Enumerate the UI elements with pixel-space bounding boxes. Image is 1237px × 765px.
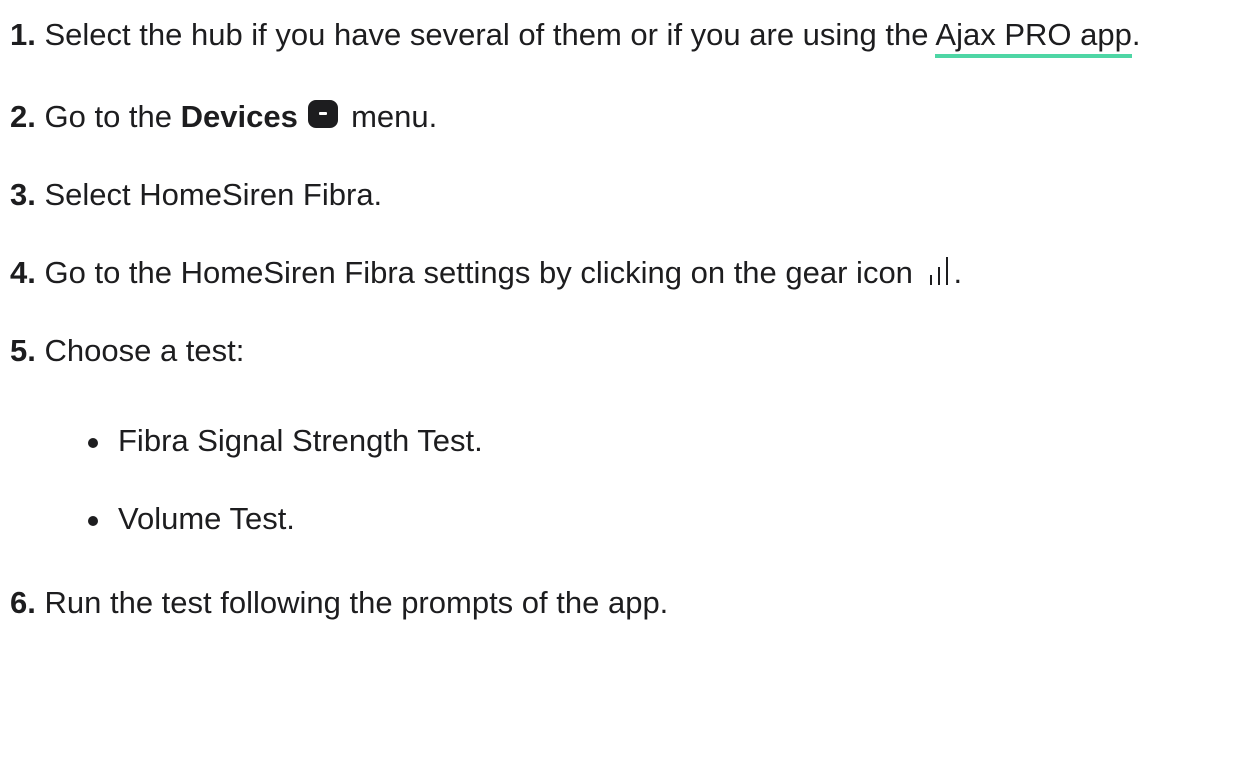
step-text: Choose a test:: [44, 333, 245, 368]
step-number: 3.: [10, 177, 36, 212]
step-text: Go to the: [44, 99, 181, 134]
step-text: Run the test following the prompts of th…: [44, 585, 669, 620]
test-options-list: Fibra Signal Strength Test. Volume Test.: [10, 414, 1230, 546]
instructions: 1. Select the hub if you have several of…: [10, 8, 1230, 630]
step-text: Go to the HomeSiren Fibra settings by cl…: [44, 255, 922, 290]
step-6: 6. Run the test following the prompts of…: [10, 576, 1230, 630]
step-4: 4. Go to the HomeSiren Fibra settings by…: [10, 246, 1230, 300]
step-text-end: .: [953, 255, 963, 290]
step-number: 1.: [10, 17, 36, 52]
step-text: Select the hub if you have several of th…: [44, 17, 936, 52]
devices-icon: [308, 100, 339, 128]
step-text-end: menu.: [342, 99, 438, 134]
step-number: 5.: [10, 333, 36, 368]
step-5: 5. Choose a test: Fibra Signal Strength …: [10, 324, 1230, 546]
devices-label: Devices: [180, 99, 298, 134]
step-text: Select HomeSiren Fibra.: [44, 177, 383, 212]
list-item: Volume Test.: [80, 492, 1230, 546]
step-text-end: .: [1131, 17, 1141, 52]
list-item: Fibra Signal Strength Test.: [80, 414, 1230, 468]
step-number: 4.: [10, 255, 36, 290]
step-2: 2. Go to the Devices menu.: [10, 90, 1230, 144]
gear-icon: [928, 257, 954, 285]
step-3: 3. Select HomeSiren Fibra.: [10, 168, 1230, 222]
step-number: 2.: [10, 99, 36, 134]
step-number: 6.: [10, 585, 36, 620]
ajax-pro-app-link[interactable]: Ajax PRO app: [935, 17, 1132, 58]
step-1: 1. Select the hub if you have several of…: [10, 8, 1230, 62]
